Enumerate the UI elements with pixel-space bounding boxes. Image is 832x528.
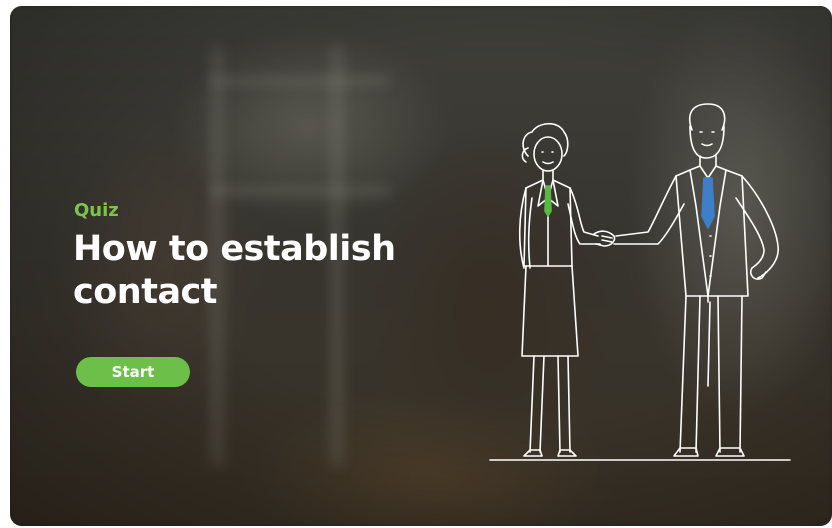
quiz-title: How to establish contact bbox=[73, 229, 396, 312]
handshake-illustration bbox=[489, 103, 791, 461]
start-button[interactable]: Start bbox=[76, 357, 190, 387]
quiz-intro-card: Quiz How to establish contact Start bbox=[10, 6, 832, 526]
man-figure bbox=[613, 103, 779, 457]
quiz-eyebrow-label: Quiz bbox=[74, 200, 119, 221]
handshake-hands bbox=[593, 230, 616, 247]
woman-figure bbox=[518, 122, 601, 457]
